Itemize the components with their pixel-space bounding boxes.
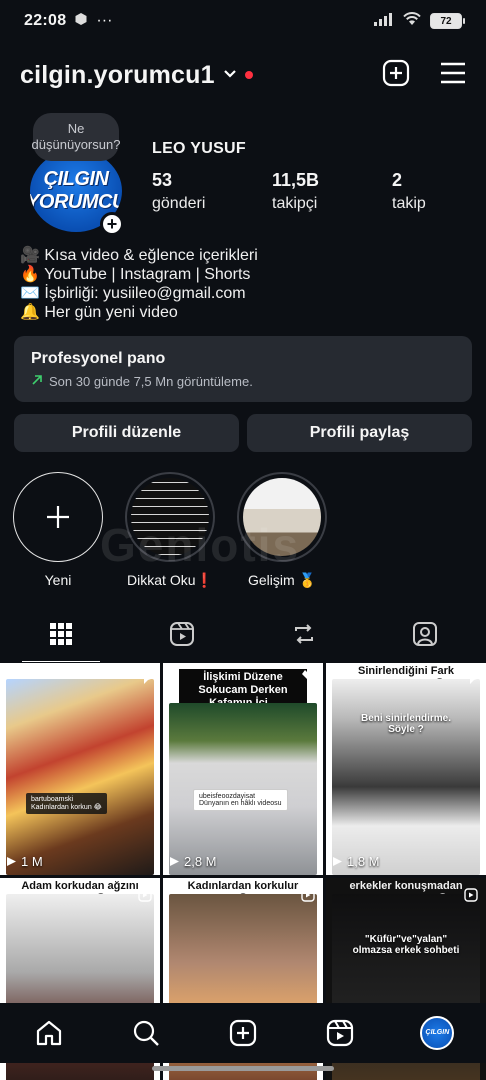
display-name: LEO YUSUF [152, 140, 246, 157]
grid-icon [49, 623, 72, 645]
tab-posts-grid[interactable] [0, 606, 122, 662]
highlight-circle [13, 472, 103, 562]
view-count: 1,8 M [332, 854, 380, 869]
profile-header: cilgin.yorumcu1 [20, 52, 466, 98]
username-switcher[interactable]: cilgin.yorumcu1 [20, 61, 215, 90]
highlight-label: Dikkat Oku❗ [127, 572, 213, 588]
stat-label: takip [392, 195, 426, 212]
nav-create[interactable] [194, 1019, 291, 1047]
pin-icon [136, 669, 152, 690]
clock: 22:08 [24, 12, 67, 29]
reel-icon [138, 888, 152, 907]
highlight-label: Yeni [44, 572, 72, 588]
repost-icon [294, 624, 313, 644]
view-count-text: 1 M [21, 854, 43, 869]
stat-followers[interactable]: 11,5B takipçi [272, 170, 392, 213]
bio-line: 🎥 Kısa video & eğlence içerikleri [20, 247, 258, 264]
dashboard-title: Profesyonel pano [31, 350, 166, 367]
post-thumbnail [6, 679, 154, 875]
view-count: 1 M [6, 854, 43, 869]
status-bar: 22:08 ··· 72 [0, 0, 486, 42]
edit-profile-button[interactable]: Profili düzenle [14, 414, 239, 452]
grid-post[interactable]: Sinirlendiğini Fark Etmiyor Bile 😂 Beni … [326, 663, 486, 875]
view-count-text: 2,8 M [184, 854, 217, 869]
stat-following[interactable]: 2 takip [392, 170, 486, 213]
content-tabs [0, 606, 486, 662]
play-icon [7, 857, 16, 866]
post-thumbnail [332, 679, 480, 875]
bio: 🎥 Kısa video & eğlence içerikleri 🔥 YouT… [20, 246, 258, 322]
watermark: Geniotis [100, 519, 301, 571]
avatar-logo-line2: YORUMCU [28, 191, 124, 213]
trend-up-icon [31, 374, 43, 389]
nav-home[interactable] [0, 1019, 97, 1047]
comment-user: bartuboamski [31, 796, 74, 803]
cube-icon [74, 12, 88, 31]
plus-icon [47, 506, 69, 528]
reel-icon [464, 888, 478, 907]
menu-icon[interactable] [440, 62, 466, 89]
comment-text: Dünyanın en hâklı videosu [199, 800, 282, 807]
tagged-user-icon [413, 622, 438, 646]
chevron-down-icon[interactable] [223, 66, 237, 84]
professional-dashboard[interactable]: Profesyonel pano Son 30 günde 7,5 Mn gör… [14, 336, 472, 402]
pin-icon [462, 669, 478, 690]
profile-stats: 53 gönderi 11,5B takipçi 2 takip [152, 170, 486, 213]
signal-icon [374, 12, 394, 31]
dashboard-subtitle-text: Son 30 günde 7,5 Mn görüntüleme. [49, 374, 253, 389]
bio-line: 🔔 Her gün yeni video [20, 304, 178, 321]
share-profile-button[interactable]: Profili paylaş [247, 414, 472, 452]
stat-label: gönderi [152, 195, 206, 212]
note-bubble[interactable]: Ne düşünüyorsun? [32, 113, 120, 161]
nav-avatar-logo: ÇILGIN [425, 1029, 450, 1036]
tab-tagged[interactable] [365, 606, 486, 662]
reels-icon [327, 1019, 354, 1047]
grid-post[interactable]: İlişkimi Düzene Sokucam Derken Kafamın İ… [163, 663, 323, 875]
search-icon [133, 1020, 159, 1046]
tab-reels[interactable] [122, 606, 244, 662]
comment-overlay: ubeisfeoozdayisat Dünyanın en hâklı vide… [193, 789, 288, 811]
stat-value: 11,5B [272, 170, 320, 190]
bottom-navigation: ÇILGIN [0, 1003, 486, 1063]
stat-posts[interactable]: 53 gönderi [152, 170, 272, 213]
home-icon [36, 1020, 61, 1046]
create-icon [229, 1019, 257, 1047]
reel-icon [301, 888, 315, 907]
more-notifications-icon: ··· [96, 12, 113, 29]
view-count-text: 1,8 M [347, 854, 380, 869]
create-post-icon[interactable] [382, 59, 410, 92]
home-indicator[interactable] [152, 1066, 334, 1071]
comment-text: Kadınlardan korkun 😂 [31, 804, 102, 811]
comment-user: ubeisfeoozdayisat [199, 793, 256, 800]
reels-icon [170, 622, 195, 646]
nav-search[interactable] [97, 1019, 194, 1047]
stat-value: 53 [152, 170, 173, 190]
profile-avatar-icon: ÇILGIN [420, 1016, 455, 1050]
battery-icon: 72 [430, 13, 465, 29]
play-icon [170, 857, 179, 866]
stat-value: 2 [392, 170, 403, 190]
play-icon [333, 857, 342, 866]
grid-post[interactable]: bartuboamski Kadınlardan korkun 😂 1 M [0, 663, 160, 875]
view-count: 2,8 M [169, 854, 217, 869]
nav-reels[interactable] [292, 1019, 389, 1047]
avatar-logo-line1: ÇILGIN [43, 168, 109, 190]
comment-overlay: bartuboamski Kadınlardan korkun 😂 [26, 793, 107, 814]
thumbnail-text: Beni sinirlendirme. Söyle ? [360, 713, 452, 735]
pin-icon [299, 669, 315, 690]
notification-dot [244, 71, 253, 79]
thumbnail-text: "Küfür"ve"yalan" olmazsa erkek sohbeti [352, 934, 460, 956]
stat-label: takipçi [272, 195, 318, 212]
add-story-icon[interactable]: + [100, 212, 124, 236]
dashboard-subtitle: Son 30 günde 7,5 Mn görüntüleme. [31, 374, 455, 389]
bio-line: 🔥 YouTube | Instagram | Shorts [20, 266, 251, 283]
bio-line[interactable]: ✉️ İşbirliği: yusiileo@gmail.com [20, 284, 258, 303]
profile-actions: Profili düzenle Profili paylaş [14, 414, 472, 452]
wifi-icon [402, 11, 422, 31]
highlight-label: Gelişim 🥇 [248, 572, 316, 588]
tab-reposts[interactable] [243, 606, 365, 662]
nav-profile[interactable]: ÇILGIN [389, 1016, 486, 1050]
highlight-new[interactable]: Yeni [12, 472, 104, 589]
